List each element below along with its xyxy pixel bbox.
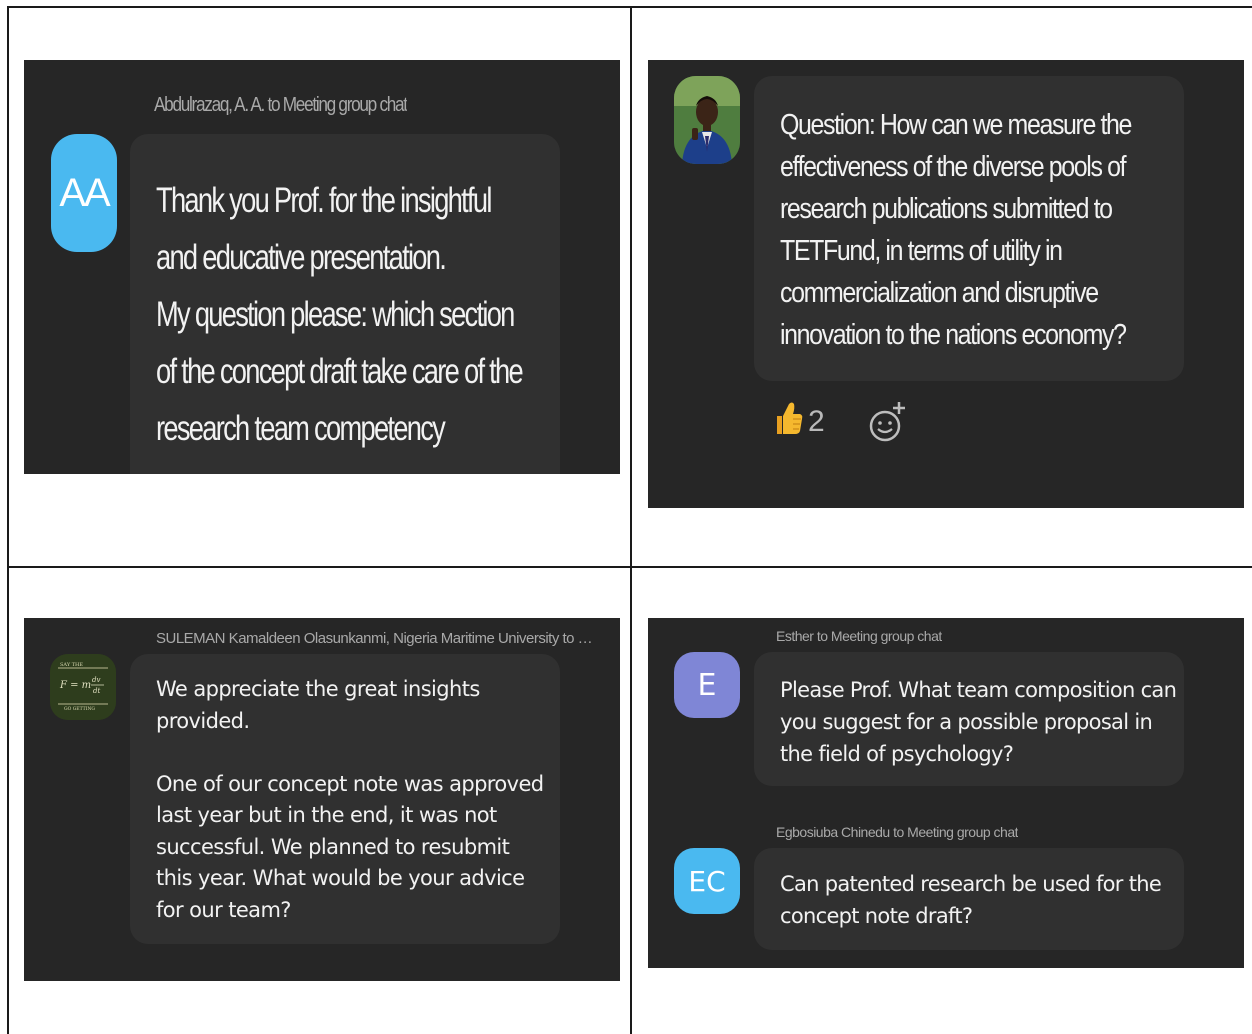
- message-bubble[interactable]: Thank you Prof. for the insightful and e…: [130, 134, 560, 474]
- reaction-count: 2: [808, 405, 825, 438]
- message-text: We appreciate the great insights provide…: [156, 677, 544, 922]
- svg-text:SAY THE: SAY THE: [60, 662, 83, 668]
- message-bubble[interactable]: We appreciate the great insights provide…: [130, 654, 560, 944]
- chat-screenshot-3: SULEMAN Kamaldeen Olasunkanmi, Nigeria M…: [24, 618, 620, 981]
- avatar[interactable]: EC: [674, 848, 740, 914]
- equation-avatar-icon[interactable]: SAY THE F = m dv dt GO GETTING: [50, 654, 116, 720]
- thumbs-up-icon: [774, 400, 804, 444]
- truncated-next-message: [788, 963, 868, 968]
- message-text: Question: How can we measure the effecti…: [780, 109, 1132, 351]
- svg-text:dv: dv: [92, 676, 100, 684]
- svg-text:F = m: F = m: [59, 680, 91, 691]
- message-text: Thank you Prof. for the insightful and e…: [156, 181, 524, 448]
- message-sender: SULEMAN Kamaldeen Olasunkanmi, Nigeria M…: [156, 630, 596, 647]
- message-bubble[interactable]: Please Prof. What team composition can y…: [754, 652, 1184, 786]
- message-bubble[interactable]: Question: How can we measure the effecti…: [754, 76, 1184, 381]
- table-divider-horizontal: [7, 566, 1252, 568]
- chat-screenshot-1: Abdulrazaq, A. A. to Meeting group chat …: [24, 60, 620, 474]
- avatar[interactable]: AA: [51, 134, 117, 252]
- message-bubble[interactable]: Can patented research be used for the co…: [754, 848, 1184, 950]
- message-text: Can patented research be used for the co…: [780, 872, 1162, 928]
- svg-text:dt: dt: [93, 687, 100, 695]
- reaction-thumbs-up[interactable]: 2: [774, 400, 825, 444]
- svg-text:GO GETTING: GO GETTING: [64, 706, 95, 712]
- message-text: Please Prof. What team composition can y…: [780, 678, 1177, 766]
- add-reaction-icon[interactable]: [868, 400, 908, 448]
- message-sender: Egbosiuba Chinedu to Meeting group chat: [776, 824, 1019, 840]
- chat-screenshot-4: Esther to Meeting group chat E Please Pr…: [648, 618, 1244, 968]
- message-sender: Abdulrazaq, A. A. to Meeting group chat: [154, 94, 407, 116]
- chat-screenshot-2: Question: How can we measure the effecti…: [648, 60, 1244, 508]
- table-border-left: [7, 6, 9, 1034]
- message-sender: Esther to Meeting group chat: [776, 628, 942, 644]
- table-divider-vertical: [630, 6, 632, 1034]
- profile-photo-icon[interactable]: [674, 76, 740, 164]
- avatar[interactable]: E: [674, 652, 740, 718]
